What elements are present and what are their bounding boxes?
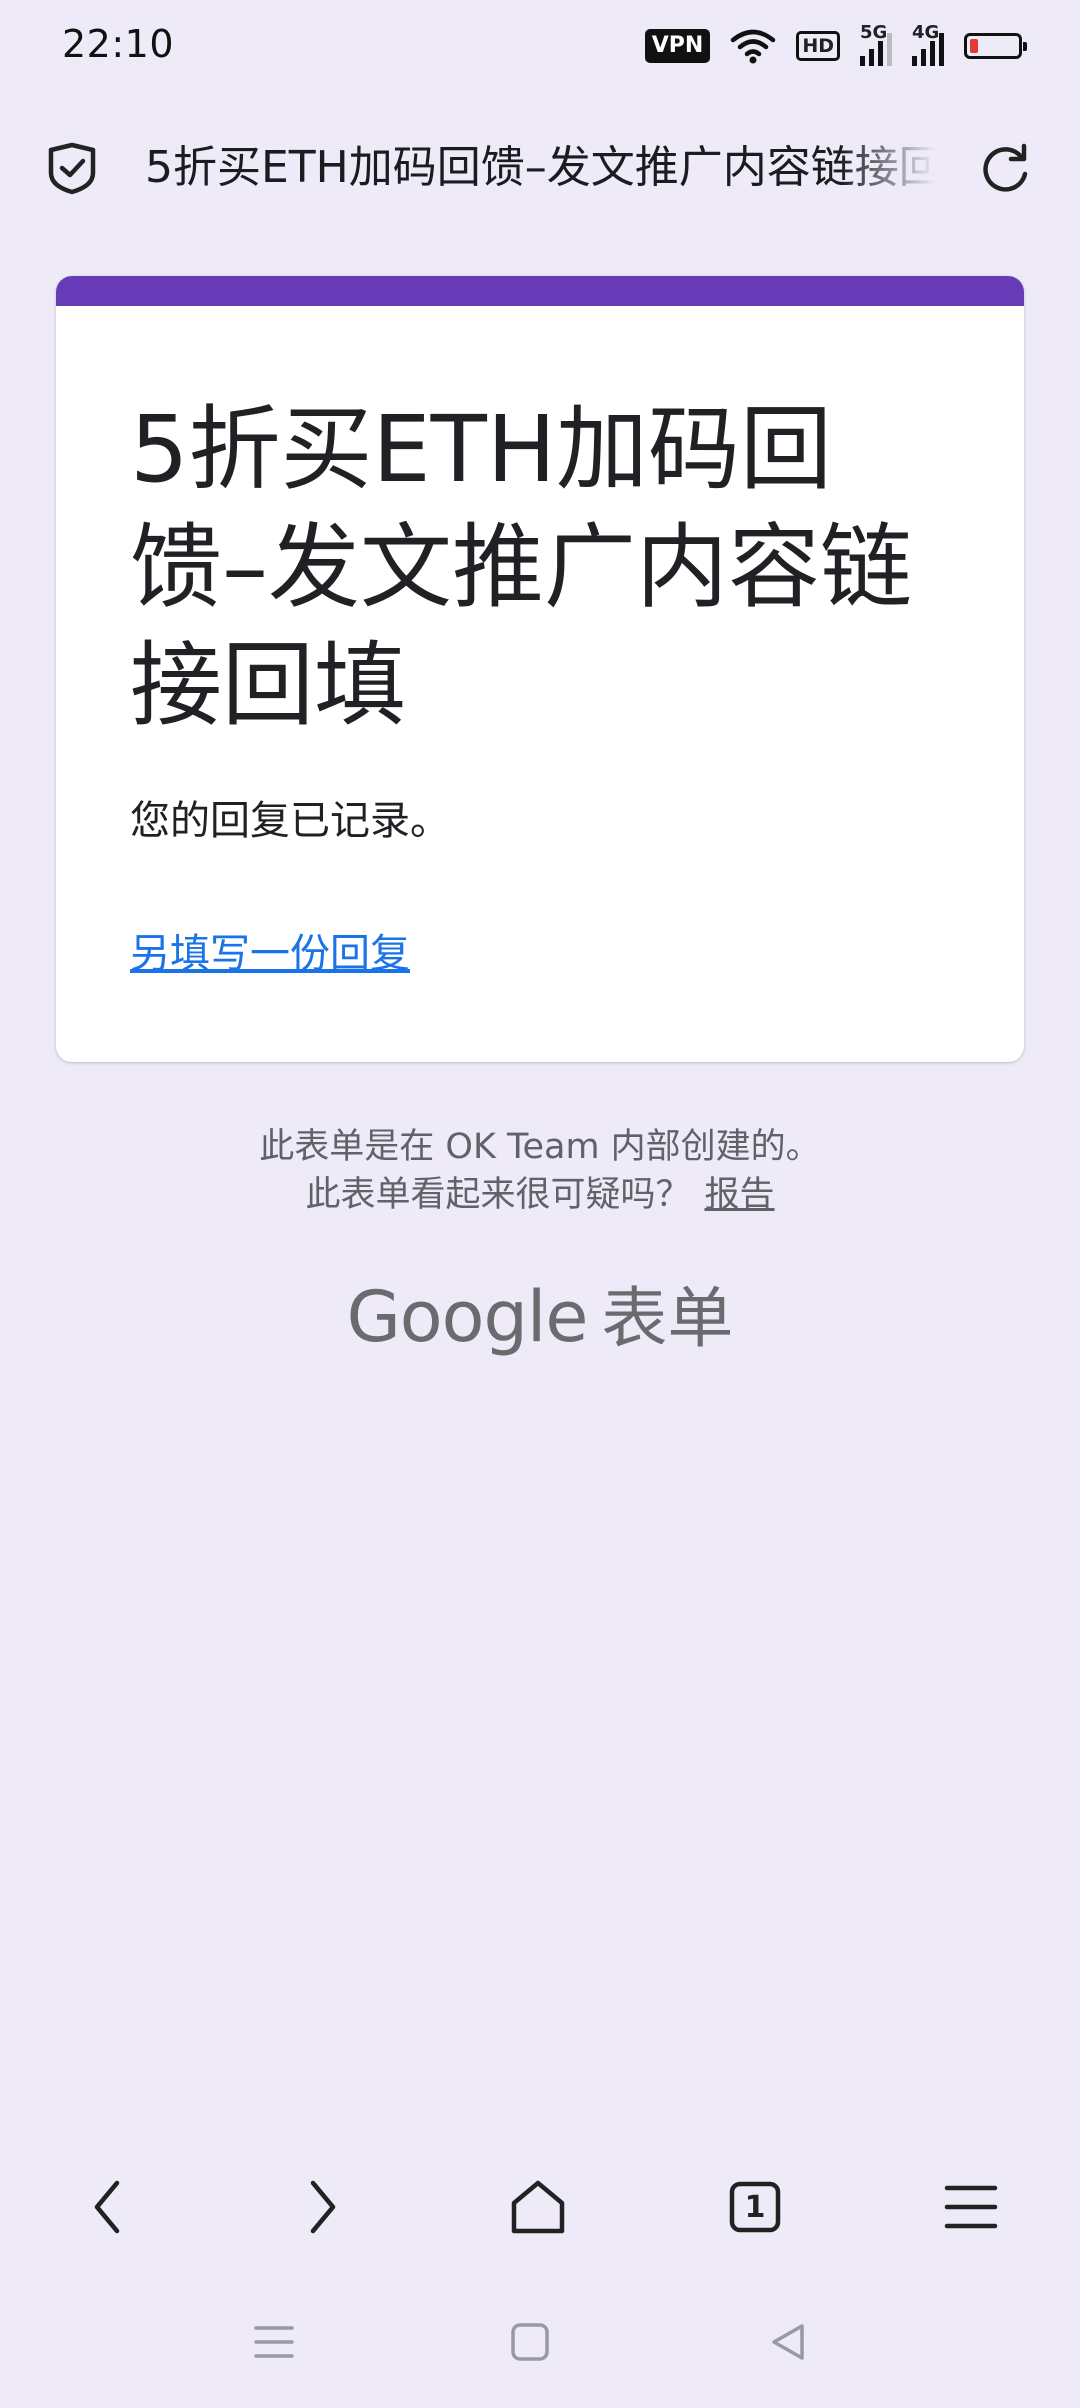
network-5g-label: 5G — [860, 22, 888, 43]
suspicious-text-line: 此表单看起来很可疑吗？ 报告 — [0, 1166, 1080, 1217]
hd-icon: HD — [796, 31, 840, 61]
forms-wordmark: 表单 — [601, 1280, 734, 1357]
home-icon — [511, 2180, 565, 2234]
suspicious-question: 此表单看起来很可疑吗？ — [305, 1175, 691, 1215]
forward-button[interactable] — [288, 2172, 358, 2242]
system-nav-bar — [0, 2300, 1080, 2380]
browser-bottom-nav: 1 — [0, 2150, 1080, 2260]
form-title: 5折买ETH加码回馈–发文推广内容链接回填 — [130, 396, 913, 739]
wifi-icon — [731, 29, 776, 64]
browser-toolbar: 5折买ETH加码回馈–发文推广内容链接回填 — [0, 118, 1080, 218]
network-4g-label: 4G — [912, 22, 940, 43]
confirmation-message: 您的回复已记录。 — [130, 798, 450, 844]
signal-4g-icon: 4G — [912, 22, 944, 66]
signal-5g-icon: 5G — [860, 22, 892, 66]
status-time: 22:10 — [62, 22, 175, 66]
back-triangle-icon[interactable] — [766, 2320, 810, 2364]
report-link[interactable]: 报告 — [705, 1175, 775, 1215]
tab-count: 1 — [744, 2189, 766, 2225]
recents-icon[interactable] — [252, 2320, 296, 2364]
status-icons: VPN HD 5G 4G — [644, 22, 1027, 66]
google-forms-logo[interactable]: Google 表单 — [0, 1265, 1080, 1361]
shield-check-icon[interactable] — [44, 140, 100, 196]
menu-button[interactable] — [936, 2172, 1006, 2242]
back-button[interactable] — [72, 2172, 142, 2242]
status-bar: 22:10 VPN HD 5G 4G — [0, 0, 1080, 96]
card-accent-bar — [56, 276, 1024, 306]
tabs-button[interactable]: 1 — [720, 2172, 790, 2242]
home-square-icon[interactable] — [508, 2320, 552, 2364]
menu-icon — [944, 2185, 998, 2229]
battery-level — [970, 39, 978, 53]
forward-icon — [310, 2180, 336, 2234]
home-button[interactable] — [503, 2172, 573, 2242]
submit-another-response-link[interactable]: 另填写一份回复 — [130, 921, 410, 979]
google-wordmark: Google — [346, 1276, 589, 1358]
created-by-text: 此表单是在 OK Team 内部创建的。 — [259, 1127, 821, 1167]
back-icon — [94, 2180, 120, 2234]
battery-low-icon — [964, 33, 1027, 59]
page-title[interactable]: 5折买ETH加码回馈–发文推广内容链接回填 — [145, 138, 935, 198]
tabs-icon: 1 — [729, 2181, 781, 2233]
form-confirmation-card: 5折买ETH加码回馈–发文推广内容链接回填 您的回复已记录。 另填写一份回复 — [56, 276, 1024, 1062]
vpn-icon: VPN — [644, 29, 711, 63]
reload-icon[interactable] — [978, 140, 1034, 196]
